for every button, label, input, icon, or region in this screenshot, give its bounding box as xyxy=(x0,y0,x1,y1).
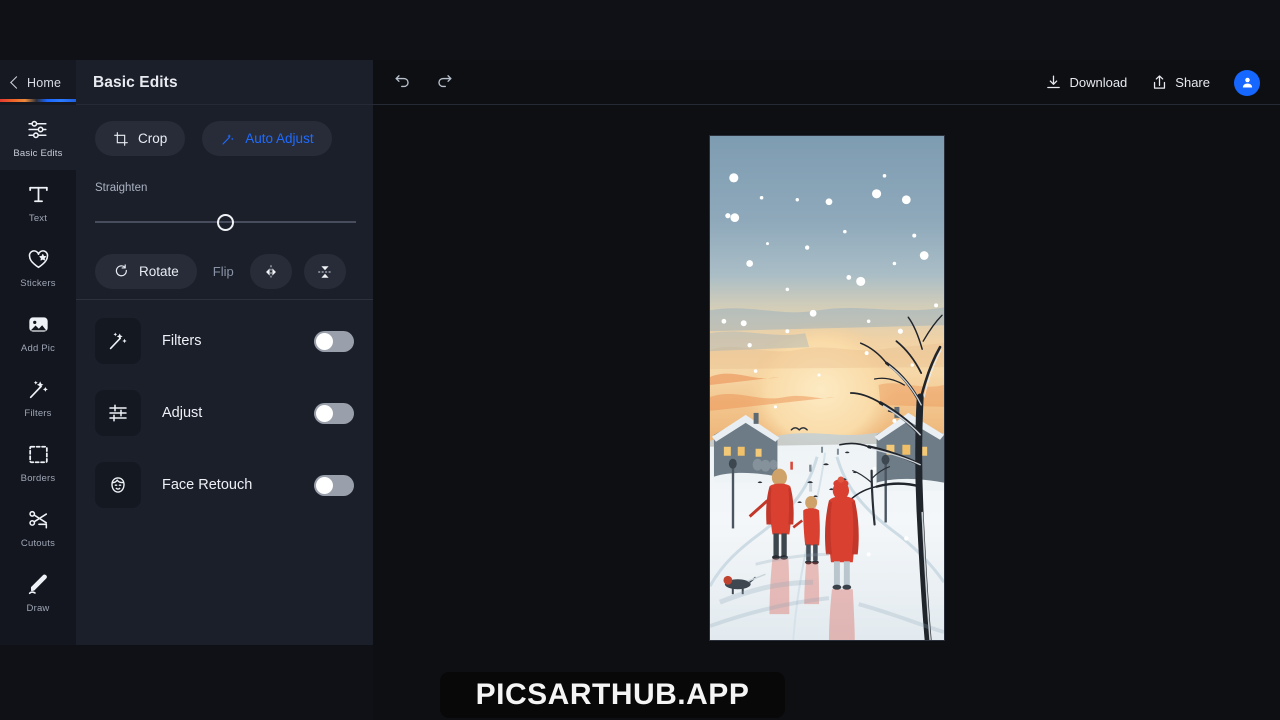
magic-wand-icon xyxy=(95,318,141,364)
toggle-label: Filters xyxy=(162,333,202,349)
auto-adjust-label: Auto Adjust xyxy=(245,131,314,146)
toggle-switch-filters[interactable] xyxy=(314,330,354,352)
watermark-badge: PICSARTHUB.APP xyxy=(440,672,785,718)
watermark-text: PICSARTHUB.APP xyxy=(475,678,750,711)
scissors-icon xyxy=(26,507,51,533)
face-icon xyxy=(95,462,141,508)
redo-button[interactable] xyxy=(429,68,459,98)
download-button[interactable]: Download xyxy=(1045,74,1127,91)
editor-window: Home Basic Edits Download Share Basic Ed… xyxy=(0,0,1280,720)
sliders-icon xyxy=(26,117,51,143)
image-icon xyxy=(26,312,51,338)
text-icon xyxy=(26,182,51,208)
sidebar: Basic Edits Text Stickers Add Pic Filter… xyxy=(0,105,76,645)
toggle-row-face-retouch[interactable]: Face Retouch xyxy=(95,449,354,521)
rotate-flip-row: Rotate Flip xyxy=(95,254,354,289)
toggle-row-filters[interactable]: Filters xyxy=(95,305,354,377)
magic-wand-icon xyxy=(222,133,234,145)
redo-icon xyxy=(437,75,452,88)
canvas-toolbar: Download Share xyxy=(373,60,1280,105)
toggle-row-adjust[interactable]: Adjust xyxy=(95,377,354,449)
auto-adjust-button[interactable]: Auto Adjust xyxy=(202,121,332,156)
border-frame-icon xyxy=(26,442,51,468)
share-label: Share xyxy=(1175,75,1210,90)
slider-handle[interactable] xyxy=(217,214,234,231)
sidebar-item-label: Draw xyxy=(26,602,50,614)
rotate-icon xyxy=(115,264,127,277)
sidebar-item-basic-edits[interactable]: Basic Edits xyxy=(0,105,76,170)
sidebar-item-label: Cutouts xyxy=(20,537,56,549)
chevron-left-icon xyxy=(10,76,23,89)
download-label: Download xyxy=(1069,75,1128,90)
toggle-label: Face Retouch xyxy=(162,477,253,493)
sidebar-item-label: Stickers xyxy=(20,277,56,289)
panel-content: Crop Auto Adjust Straighten Rotate Flip xyxy=(76,105,373,289)
sidebar-item-label: Filters xyxy=(24,407,52,419)
sidebar-item-borders[interactable]: Borders xyxy=(0,430,76,495)
rotate-label: Rotate xyxy=(139,264,179,279)
flip-horizontal-icon xyxy=(265,264,276,279)
flip-label: Flip xyxy=(212,264,234,279)
sidebar-item-text[interactable]: Text xyxy=(0,170,76,235)
straighten-slider[interactable] xyxy=(95,208,356,236)
crop-icon xyxy=(114,131,128,146)
sidebar-item-label: Text xyxy=(28,212,48,224)
sidebar-item-filters[interactable]: Filters xyxy=(0,365,76,430)
flip-horizontal-button[interactable] xyxy=(249,254,292,289)
sidebar-item-add-pic[interactable]: Add Pic xyxy=(0,300,76,365)
straighten-label: Straighten xyxy=(95,182,148,194)
sidebar-item-label: Basic Edits xyxy=(13,147,63,159)
share-icon xyxy=(1154,75,1166,89)
undo-button[interactable] xyxy=(387,68,417,98)
share-button[interactable]: Share xyxy=(1151,74,1210,91)
sidebar-item-stickers[interactable]: Stickers xyxy=(0,235,76,300)
effect-toggle-list: Filters Adjust Face Retouch xyxy=(76,305,373,521)
rotate-button[interactable]: Rotate xyxy=(95,254,197,289)
avatar[interactable] xyxy=(1234,69,1260,96)
home-label: Home xyxy=(27,75,62,90)
toolbar-right-group: Download Share xyxy=(1045,69,1260,96)
basic-edits-panel: Crop Auto Adjust Straighten Rotate Flip … xyxy=(76,105,373,645)
heart-star-icon xyxy=(26,247,51,273)
panel-section-divider xyxy=(76,299,373,300)
magic-wand-icon xyxy=(26,377,51,403)
flip-vertical-button[interactable] xyxy=(303,254,346,289)
active-tab-accent-bar xyxy=(0,99,76,102)
toggle-switch-face-retouch[interactable] xyxy=(314,474,354,496)
download-icon xyxy=(1047,75,1061,89)
panel-title-bar: Basic Edits xyxy=(76,60,373,105)
undo-icon xyxy=(394,75,409,88)
sliders-icon xyxy=(95,390,141,436)
flip-vertical-icon xyxy=(317,265,332,278)
sidebar-item-draw[interactable]: Draw xyxy=(0,560,76,625)
sidebar-item-label: Borders xyxy=(20,472,56,484)
edited-photo[interactable] xyxy=(709,135,945,641)
crop-adjust-row: Crop Auto Adjust xyxy=(95,121,354,156)
top-bar: Home Basic Edits Download Share xyxy=(0,60,1280,105)
winter-scene-artwork xyxy=(710,136,944,640)
crop-label: Crop xyxy=(138,131,168,146)
user-avatar-icon xyxy=(1242,77,1252,88)
toggle-label: Adjust xyxy=(162,405,203,421)
canvas-area xyxy=(373,105,1280,720)
page-title: Basic Edits xyxy=(93,73,178,91)
sidebar-item-cutouts[interactable]: Cutouts xyxy=(0,495,76,560)
sidebar-item-label: Add Pic xyxy=(20,342,56,354)
crop-button[interactable]: Crop xyxy=(95,121,186,156)
pencil-icon xyxy=(26,572,51,598)
toggle-switch-adjust[interactable] xyxy=(314,402,354,424)
